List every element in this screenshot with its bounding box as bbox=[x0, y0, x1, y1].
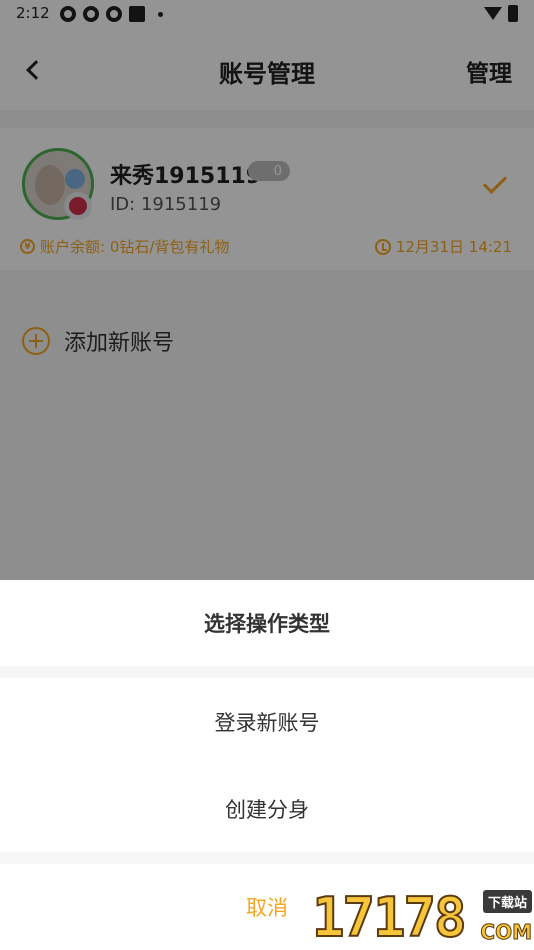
screen: 2:12 账号管理 管理 来秀1915119 0 ID: 1915119 ¥ 账… bbox=[0, 0, 534, 950]
watermark-digits: 17178 bbox=[311, 885, 468, 950]
watermark-suffix: COM bbox=[480, 920, 533, 945]
create-clone-option[interactable]: 创建分身 bbox=[0, 765, 534, 852]
sheet-title: 选择操作类型 bbox=[204, 612, 330, 636]
sheet-options: 登录新账号 创建分身 bbox=[0, 678, 534, 852]
watermark-tag: 下载站 bbox=[482, 890, 532, 913]
cancel-label: 取消 bbox=[246, 896, 288, 920]
site-watermark: 17178 下载站 COM bbox=[311, 884, 534, 950]
dim-overlay[interactable] bbox=[0, 0, 534, 580]
login-new-account-option[interactable]: 登录新账号 bbox=[0, 678, 534, 765]
sheet-header: 选择操作类型 bbox=[0, 580, 534, 666]
